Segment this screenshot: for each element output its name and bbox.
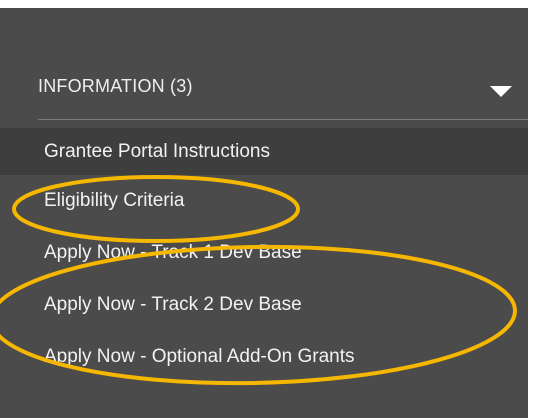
section-title: INFORMATION (3): [38, 75, 193, 96]
top-gap: [0, 0, 534, 8]
menu-item-label: Grantee Portal Instructions: [44, 141, 270, 162]
menu-item-label: Apply Now - Track 2 Dev Base: [44, 294, 302, 315]
menu-item-grantee-portal-instructions[interactable]: Grantee Portal Instructions: [0, 128, 528, 175]
section-divider: [38, 119, 528, 120]
menu-item-label: Eligibility Criteria: [44, 190, 185, 211]
menu-item-apply-track-1[interactable]: Apply Now - Track 1 Dev Base: [0, 227, 528, 279]
menu-item-eligibility-criteria[interactable]: Eligibility Criteria: [0, 175, 528, 227]
information-section-header[interactable]: INFORMATION (3): [38, 56, 518, 116]
menu-item-apply-track-2[interactable]: Apply Now - Track 2 Dev Base: [0, 279, 528, 331]
caret-down-icon[interactable]: [490, 85, 512, 97]
menu-item-label: Apply Now - Track 1 Dev Base: [44, 242, 302, 263]
information-menu: Grantee Portal Instructions Eligibility …: [0, 128, 528, 383]
menu-item-label: Apply Now - Optional Add-On Grants: [44, 346, 355, 367]
sidebar-panel: INFORMATION (3) Grantee Portal Instructi…: [0, 0, 534, 418]
right-gap: [528, 0, 534, 418]
menu-item-apply-optional-add-on[interactable]: Apply Now - Optional Add-On Grants: [0, 331, 528, 383]
